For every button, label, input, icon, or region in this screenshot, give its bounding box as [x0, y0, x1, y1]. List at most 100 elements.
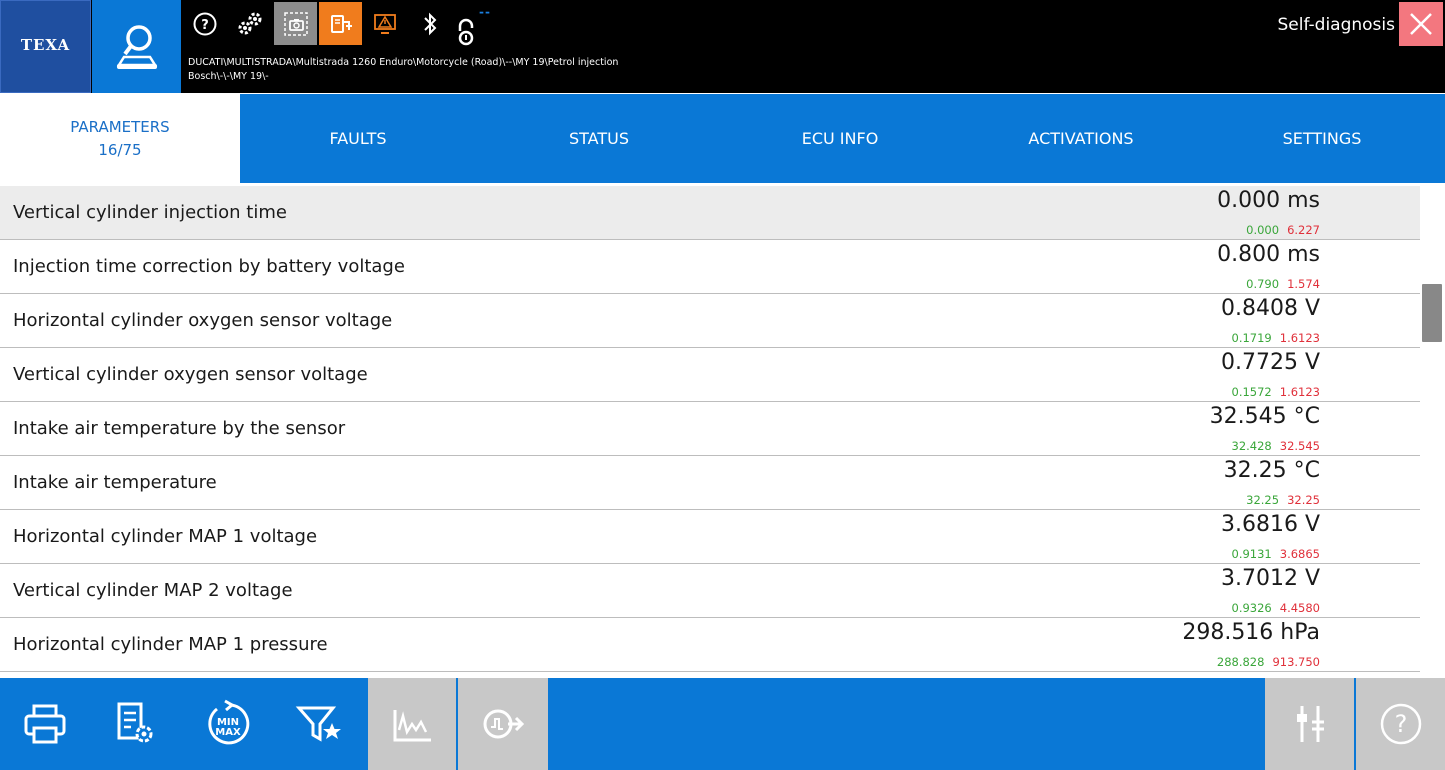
parameter-value: 0.800 ms: [1217, 242, 1320, 267]
svg-text:?: ?: [1394, 710, 1407, 738]
svg-text:?: ?: [201, 18, 209, 33]
parameter-min: 32.25: [1246, 493, 1280, 507]
parameter-value: 298.516 hPa: [1182, 620, 1320, 645]
parameter-row[interactable]: Vertical cylinder injection time 0.000 m…: [0, 186, 1420, 240]
vehicle-connection-icon[interactable]: [319, 2, 362, 45]
parameter-max: 32.545: [1279, 439, 1320, 453]
parameter-min: 0.9131: [1231, 547, 1272, 561]
parameter-name: Vertical cylinder MAP 2 voltage: [13, 580, 293, 601]
graph-button[interactable]: [368, 678, 458, 770]
parameter-max: 1.6123: [1279, 385, 1320, 399]
parameter-row[interactable]: Horizontal cylinder MAP 1 pressure 298.5…: [0, 618, 1420, 672]
printer-icon: [24, 704, 66, 744]
tab-faults[interactable]: FAULTS: [240, 94, 476, 183]
parameter-row[interactable]: Vertical cylinder MAP 2 voltage 3.7012 V…: [0, 564, 1420, 618]
close-button[interactable]: [1399, 2, 1443, 46]
tab-label: STATUS: [568, 129, 630, 148]
parameter-min-max: 32.25 32.25: [1246, 493, 1320, 507]
padlock-icon[interactable]: [452, 10, 480, 53]
parameter-value: 32.545 °C: [1209, 404, 1320, 429]
sliders-adjust-icon: [1297, 706, 1324, 742]
parameter-name: Intake air temperature: [13, 472, 217, 493]
parameter-min-max: 0.9131 3.6865: [1232, 547, 1321, 561]
help-button[interactable]: ?: [1356, 678, 1445, 770]
parameter-max: 1.574: [1287, 277, 1320, 291]
help-circle-icon: ?: [1380, 703, 1421, 745]
parameter-name: Horizontal cylinder oxygen sensor voltag…: [13, 310, 393, 331]
parameter-value: 3.6816 V: [1220, 512, 1320, 537]
parameter-max: 1.6123: [1279, 331, 1320, 345]
warning-triangle-icon[interactable]: [370, 2, 400, 45]
vehicle-path-line1: DUCATI\MULTISTRADA\Multistrada 1260 Endu…: [188, 57, 619, 68]
parameter-min-max: 0.9326 4.4580: [1232, 601, 1321, 615]
tab-label: FAULTS: [329, 129, 387, 148]
tab-settings[interactable]: SETTINGS: [1204, 94, 1440, 183]
filter-favorites-button[interactable]: [275, 678, 365, 770]
top-bar: TEXA ? -- DUCATI\MULTISTRADA\Multistrada…: [0, 0, 1445, 93]
tab-label: PARAMETERS: [70, 117, 170, 136]
texa-logo: TEXA: [0, 0, 91, 93]
signal-export-button[interactable]: [458, 678, 548, 770]
scrollbar[interactable]: [1421, 186, 1445, 674]
parameter-max: 32.25: [1287, 493, 1320, 507]
parameter-value: 0.7725 V: [1220, 350, 1320, 375]
parameter-name: Intake air temperature by the sensor: [13, 418, 346, 439]
help-circle-icon[interactable]: ?: [190, 2, 220, 45]
diagnosis-home-button[interactable]: [92, 0, 181, 93]
parameter-value: 0.8408 V: [1220, 296, 1320, 321]
parameter-min: 288.828: [1216, 655, 1265, 669]
parameter-name: Vertical cylinder oxygen sensor voltage: [13, 364, 368, 385]
tab-activations[interactable]: ACTIVATIONS: [958, 94, 1204, 183]
parameter-row[interactable]: Intake air temperature 32.25 °C 32.25 32.…: [0, 456, 1420, 510]
parameter-min: 32.428: [1231, 439, 1272, 453]
screenshot-camera-icon[interactable]: [274, 2, 317, 45]
tab-status[interactable]: STATUS: [476, 94, 722, 183]
vehicle-path-line2: Bosch\-\-\MY 19\-: [188, 71, 269, 82]
parameter-name: Horizontal cylinder MAP 1 pressure: [13, 634, 328, 655]
bluetooth-icon[interactable]: [418, 2, 442, 45]
parameter-min: 0.790: [1246, 277, 1280, 291]
parameter-min: 0.9326: [1231, 601, 1272, 615]
parameter-row[interactable]: Vertical cylinder oxygen sensor voltage …: [0, 348, 1420, 402]
min-max-reset-button[interactable]: MIN MAX: [183, 678, 273, 770]
parameter-row[interactable]: Injection time correction by battery vol…: [0, 240, 1420, 294]
tab-label: SETTINGS: [1282, 129, 1362, 148]
tab-parameters[interactable]: PARAMETERS 16/75: [0, 94, 240, 183]
parameter-min: 0.1719: [1231, 331, 1272, 345]
adjust-sliders-button[interactable]: [1265, 678, 1355, 770]
page-title: Self-diagnosis: [1277, 15, 1396, 35]
parameter-max: 913.750: [1272, 655, 1320, 669]
parameter-list: Vertical cylinder injection time 0.000 m…: [0, 186, 1420, 674]
parameter-name: Horizontal cylinder MAP 1 voltage: [13, 526, 318, 547]
tab-label: ACTIVATIONS: [1028, 129, 1134, 148]
parameter-row[interactable]: Horizontal cylinder oxygen sensor voltag…: [0, 294, 1420, 348]
min-max-reset-icon: MINMAX: [208, 699, 250, 745]
parameter-min-max: 0.000 6.227: [1246, 223, 1320, 237]
min-max-icon-label-bottom: MAX: [215, 727, 241, 738]
tab-ecu-info[interactable]: ECU INFO: [722, 94, 958, 183]
list-settings-icon: [117, 702, 153, 743]
parameter-name: Vertical cylinder injection time: [13, 202, 287, 223]
parameter-min-max: 32.428 32.545: [1232, 439, 1321, 453]
diagnosis-search-car-icon: [116, 24, 157, 69]
parameter-value: 0.000 ms: [1217, 188, 1320, 213]
scrollbar-thumb[interactable]: [1422, 284, 1442, 342]
print-button[interactable]: [0, 678, 90, 770]
parameter-value: 32.25 °C: [1223, 458, 1320, 483]
parameter-row[interactable]: Horizontal cylinder MAP 1 voltage 3.6816…: [0, 510, 1420, 564]
tab-bar: PARAMETERS 16/75 FAULTS STATUS ECU INFO …: [0, 94, 1445, 183]
filter-star-icon: [295, 706, 341, 742]
parameter-max: 3.6865: [1279, 547, 1320, 561]
parameter-max: 4.4580: [1279, 601, 1320, 615]
graph-icon: [393, 710, 431, 742]
tab-label: ECU INFO: [801, 129, 879, 148]
list-settings-button[interactable]: [90, 678, 180, 770]
parameter-min-max: 288.828 913.750: [1217, 655, 1320, 669]
signal-indicator: --: [479, 5, 491, 19]
parameter-min-max: 0.790 1.574: [1246, 277, 1320, 291]
bottom-toolbar: MIN MAX ?: [0, 678, 1445, 770]
parameter-value: 3.7012 V: [1220, 566, 1320, 591]
gears-icon[interactable]: [234, 2, 266, 45]
parameter-min-max: 0.1719 1.6123: [1232, 331, 1321, 345]
parameter-row[interactable]: Intake air temperature by the sensor 32.…: [0, 402, 1420, 456]
